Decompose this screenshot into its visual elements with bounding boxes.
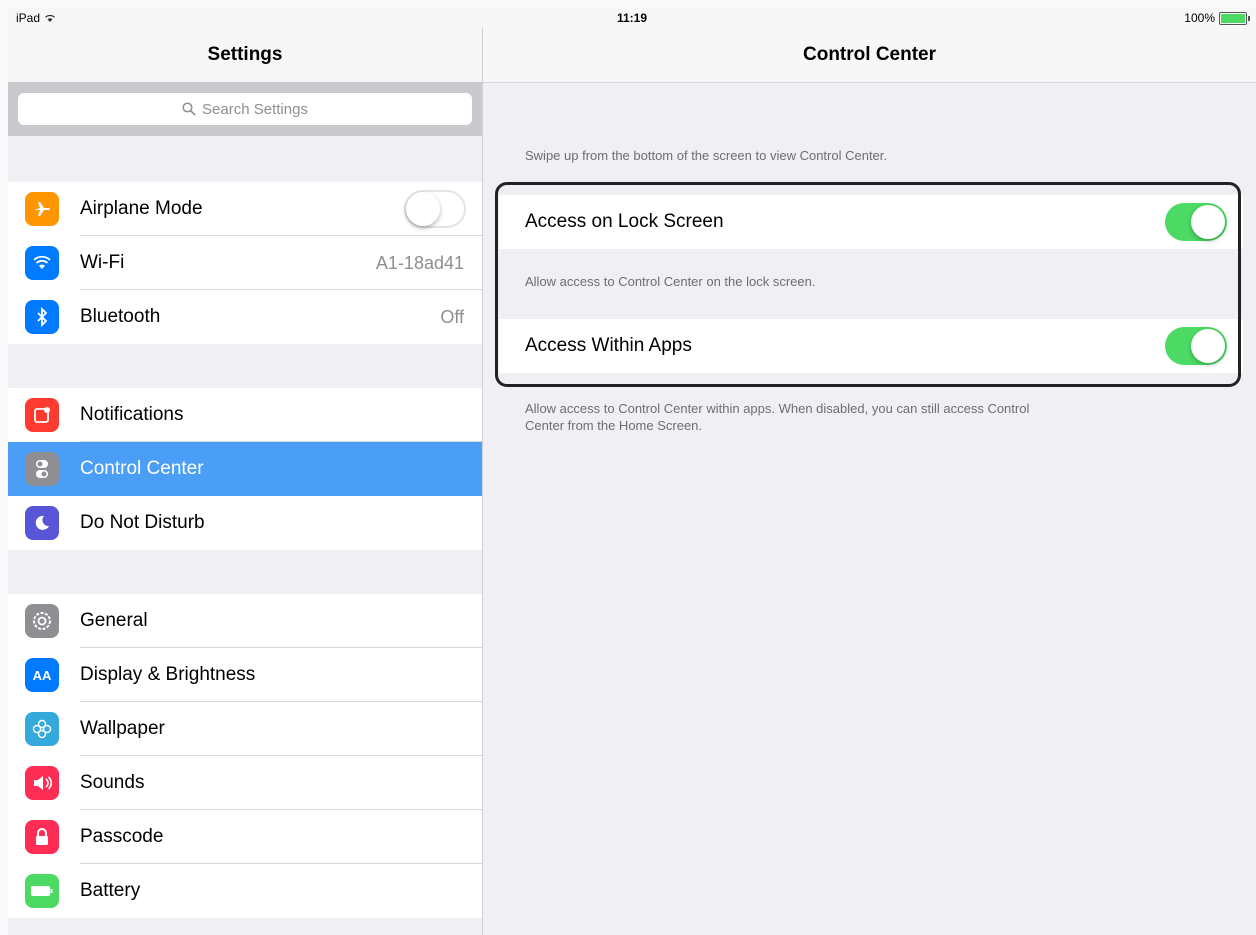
- frame-edge: [0, 0, 8, 935]
- search-input[interactable]: Search Settings: [18, 93, 472, 125]
- notifications-icon: [25, 398, 59, 432]
- sidebar-item-label: Control Center: [80, 458, 204, 479]
- sidebar-item-display-brightness[interactable]: AA Display & Brightness: [8, 648, 482, 702]
- connectivity-group: Airplane Mode Wi-Fi A1-18ad41 Bluetooth …: [8, 182, 482, 344]
- sidebar-item-wifi[interactable]: Wi-Fi A1-18ad41: [8, 236, 482, 290]
- search-icon: [182, 102, 196, 116]
- sidebar-item-general[interactable]: General: [8, 594, 482, 648]
- detail-pane: Control Center Swipe up from the bottom …: [483, 28, 1256, 935]
- sidebar-item-airplane-mode[interactable]: Airplane Mode: [8, 182, 482, 236]
- bluetooth-icon: [25, 300, 59, 334]
- page-title: Control Center: [483, 28, 1256, 83]
- sidebar-item-bluetooth[interactable]: Bluetooth Off: [8, 290, 482, 344]
- sidebar-item-wallpaper[interactable]: Wallpaper: [8, 702, 482, 756]
- sidebar-item-label: General: [80, 610, 148, 631]
- general-group: General AA Display & Brightness Wallpape…: [8, 594, 482, 918]
- battery-percent: 100%: [1184, 11, 1215, 25]
- battery-icon: [25, 874, 59, 908]
- sidebar-item-battery[interactable]: Battery: [8, 864, 482, 918]
- highlight-outline: [495, 182, 1241, 387]
- sidebar-item-label: Passcode: [80, 826, 164, 847]
- sidebar-item-sounds[interactable]: Sounds: [8, 756, 482, 810]
- moon-icon: [25, 506, 59, 540]
- sidebar-item-control-center[interactable]: Control Center: [8, 442, 482, 496]
- sidebar-item-label: Do Not Disturb: [80, 512, 205, 533]
- sidebar-item-label: Notifications: [80, 404, 184, 425]
- airplane-mode-toggle[interactable]: [404, 190, 466, 228]
- airplane-icon: [25, 192, 59, 226]
- sidebar-item-label: Wallpaper: [80, 718, 165, 739]
- sidebar-item-label: Sounds: [80, 772, 145, 793]
- lock-icon: [25, 820, 59, 854]
- battery-status-icon: [1219, 11, 1247, 25]
- control-center-icon: [25, 452, 59, 486]
- sidebar-item-label: Bluetooth: [80, 306, 161, 327]
- frame-top: [0, 0, 1256, 8]
- settings-sidebar: Settings Search Settings Airplane Mode W…: [8, 28, 483, 935]
- within-apps-footer-line-1: Allow access to Control Center within ap…: [525, 401, 1030, 416]
- wifi-icon: [25, 246, 59, 280]
- within-apps-footer: Allow access to Control Center within ap…: [525, 400, 1029, 434]
- status-right: 100%: [1184, 11, 1250, 25]
- status-time: 11:19: [616, 11, 648, 25]
- bluetooth-status: Off: [440, 306, 464, 327]
- search-placeholder: Search Settings: [202, 100, 308, 118]
- sidebar-item-label: Wi-Fi: [80, 252, 125, 273]
- sidebar-item-do-not-disturb[interactable]: Do Not Disturb: [8, 496, 482, 550]
- sidebar-item-label: Battery: [80, 880, 141, 901]
- display-icon: AA: [25, 658, 59, 692]
- section-header: Swipe up from the bottom of the screen t…: [525, 148, 888, 163]
- battery-tip: [1248, 15, 1250, 21]
- notifications-group: Notifications Control Center Do Not Dist…: [8, 388, 482, 550]
- sidebar-title: Settings: [8, 28, 482, 82]
- search-bar: Search Settings: [8, 82, 482, 136]
- sidebar-item-passcode[interactable]: Passcode: [8, 810, 482, 864]
- within-apps-footer-line-2: Center from the Home Screen.: [525, 418, 703, 433]
- sidebar-item-notifications[interactable]: Notifications: [8, 388, 482, 442]
- gear-icon: [25, 604, 59, 638]
- wallpaper-icon: [25, 712, 59, 746]
- wifi-network-name: A1-18ad41: [375, 252, 464, 273]
- toggle-knob: [406, 192, 440, 226]
- sidebar-item-label: Airplane Mode: [80, 198, 203, 219]
- speaker-icon: [25, 766, 59, 800]
- status-bar: iPad 11:19 100%: [8, 8, 1256, 28]
- sidebar-item-label: Display & Brightness: [80, 664, 256, 685]
